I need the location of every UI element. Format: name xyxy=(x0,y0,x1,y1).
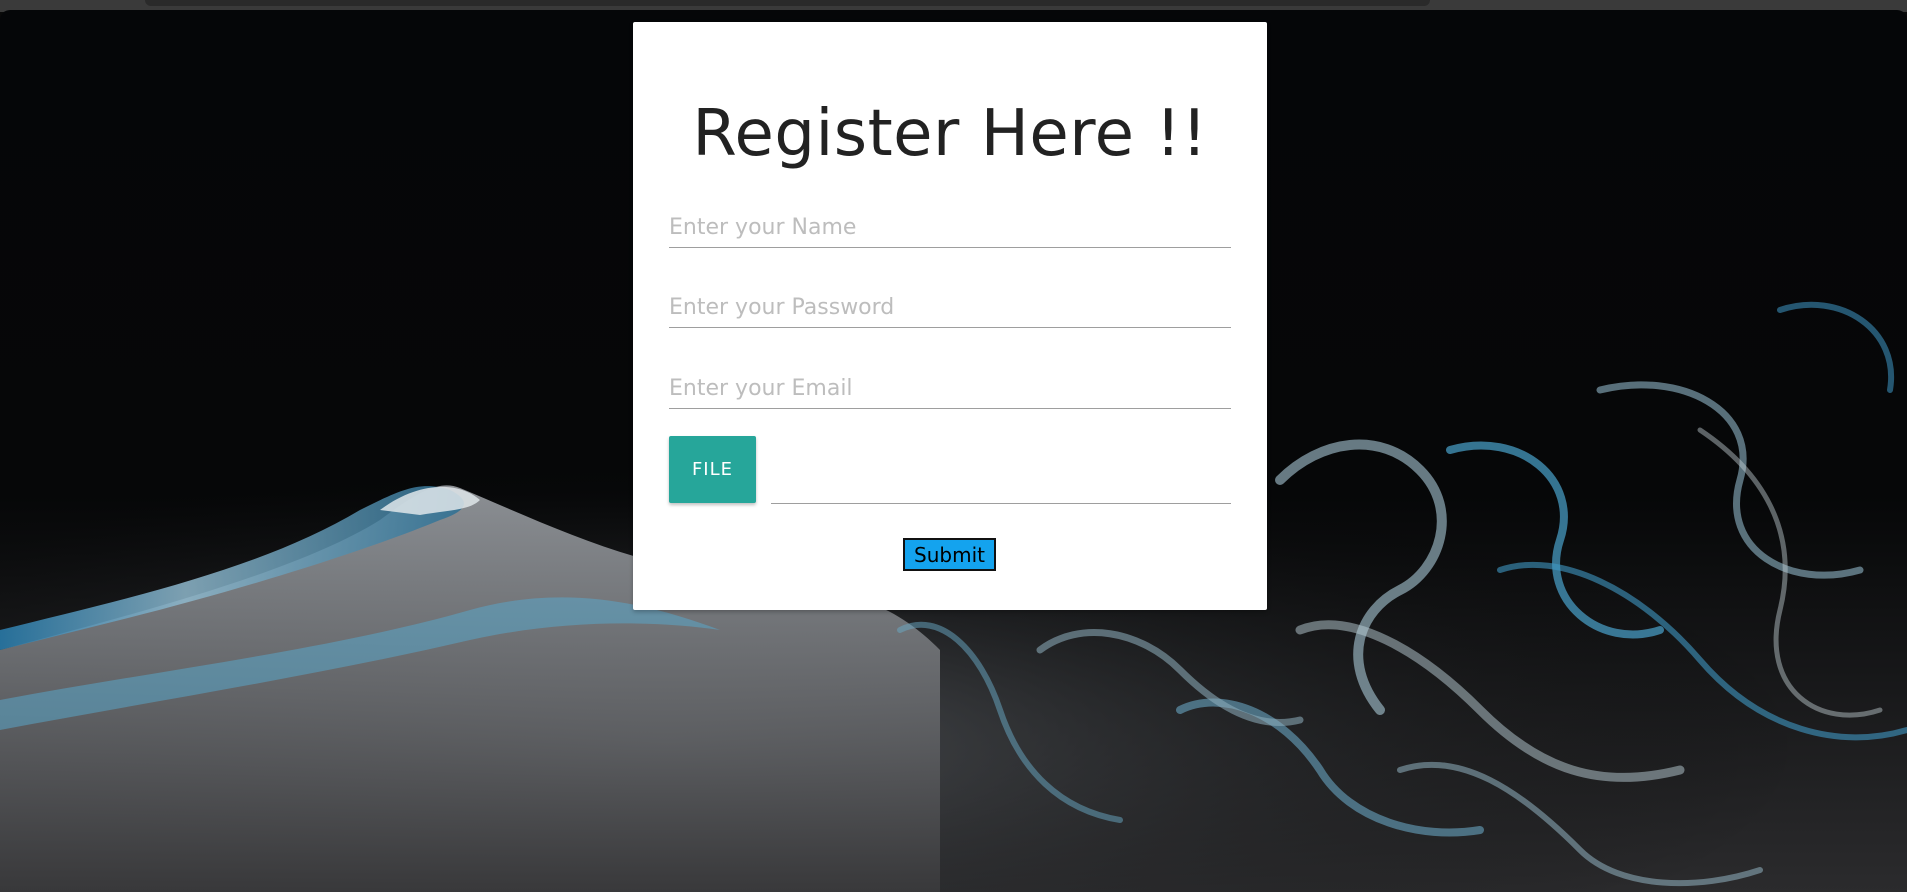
password-input[interactable] xyxy=(669,287,1231,328)
name-input[interactable] xyxy=(669,207,1231,248)
submit-button[interactable]: Submit xyxy=(903,538,996,571)
file-upload-button[interactable]: FILE xyxy=(669,436,756,503)
register-card: Register Here !! FILE Submit xyxy=(633,22,1267,610)
page-title: Register Here !! xyxy=(692,97,1208,171)
file-path-input[interactable] xyxy=(771,462,1231,504)
email-input[interactable] xyxy=(669,368,1231,409)
browser-tab-shade xyxy=(145,0,1430,6)
